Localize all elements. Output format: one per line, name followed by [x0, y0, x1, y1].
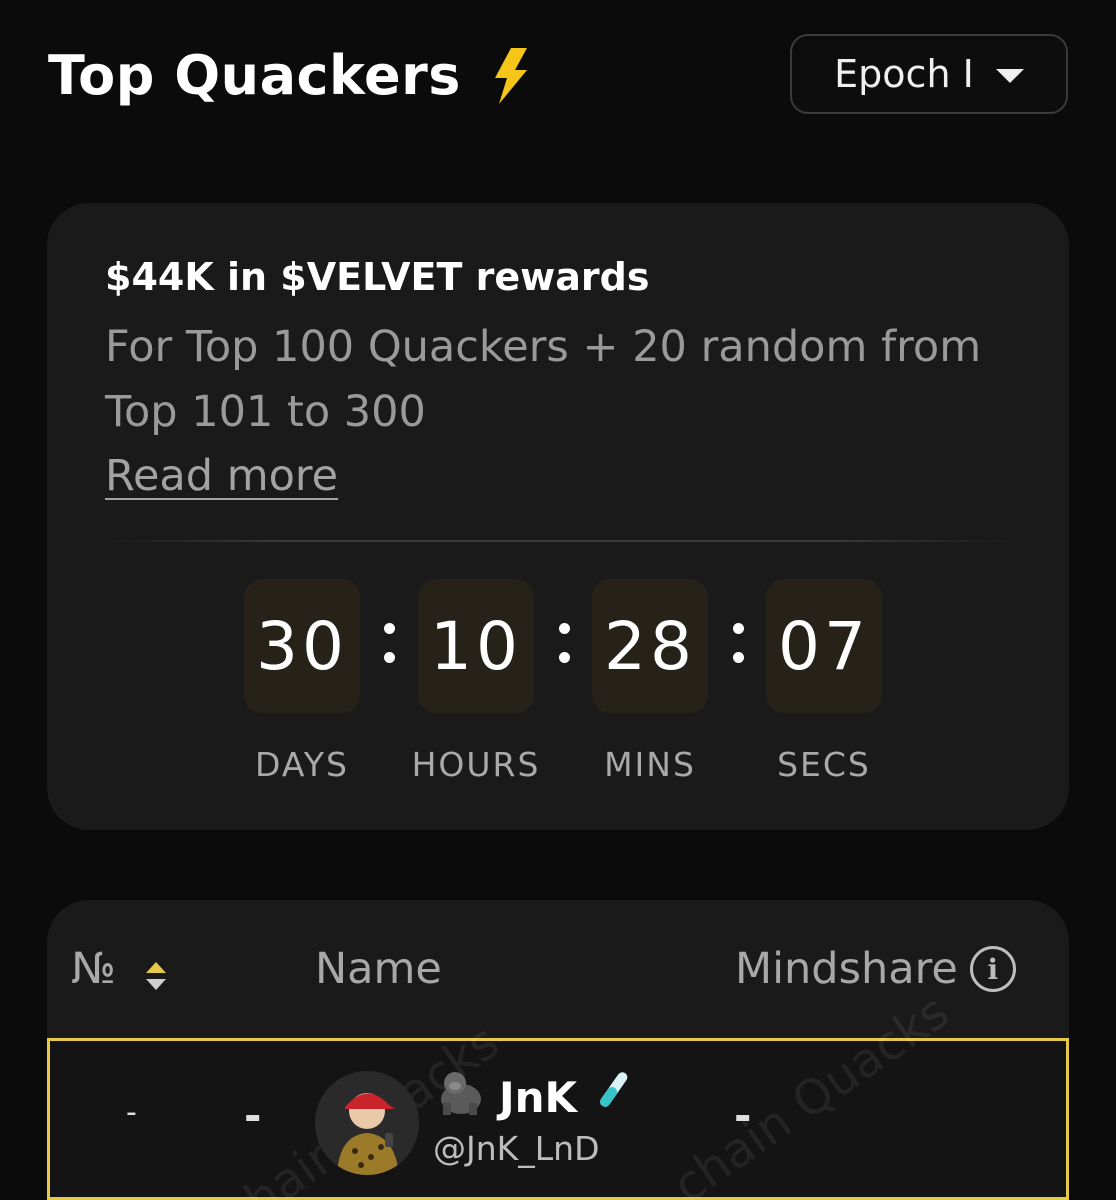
countdown-mins-label: MINS: [604, 745, 696, 784]
sort-icon[interactable]: [144, 953, 168, 990]
header: Top Quackers Epoch I: [48, 34, 1068, 116]
row-rank-change: -: [244, 1091, 262, 1140]
leaderboard-table: № Name Mindshare i chain Quacks chain Qu…: [47, 900, 1069, 1200]
mindshare-column-header: Mindshare i: [735, 944, 1016, 994]
page-title: Top Quackers: [48, 44, 531, 107]
read-more-link[interactable]: Read more: [105, 451, 338, 501]
top-quackers-page: Top Quackers Epoch I $44K in $VELVET rew…: [0, 0, 1116, 1200]
reward-description: For Top 100 Quackers + 20 random from To…: [105, 322, 982, 437]
countdown-separator: [379, 603, 399, 683]
rank-header-label: №: [71, 944, 116, 994]
rank-column-header[interactable]: №: [71, 944, 168, 994]
countdown-timer: 30 10 28 07 DAYS HOURS MINS SECS: [47, 579, 1069, 799]
page-title-text: Top Quackers: [48, 44, 461, 107]
countdown-secs: 07: [766, 579, 882, 713]
chevron-down-icon: [995, 69, 1024, 83]
user-handle: @JnK_LnD: [433, 1129, 600, 1168]
user-name[interactable]: JnK: [435, 1069, 629, 1125]
countdown-separator: [728, 603, 748, 683]
divider: [105, 540, 1011, 542]
test-tube-icon: [589, 1069, 629, 1125]
lightning-bolt-icon: [491, 47, 531, 104]
reward-title: $44K in $VELVET rewards: [105, 255, 650, 299]
user-name-text: JnK: [499, 1072, 578, 1122]
avatar[interactable]: [315, 1071, 419, 1175]
epoch-select-value: Epoch I: [834, 52, 974, 96]
name-column-header: Name: [315, 944, 442, 994]
epoch-select[interactable]: Epoch I: [790, 34, 1068, 114]
row-rank: -: [126, 1095, 137, 1130]
countdown-days-label: DAYS: [255, 745, 349, 784]
gorilla-icon: [435, 1069, 487, 1125]
countdown-mins: 28: [592, 579, 708, 713]
countdown-hours-label: HOURS: [411, 745, 541, 784]
countdown-secs-label: SECS: [777, 745, 871, 784]
countdown-hours: 10: [418, 579, 534, 713]
table-row[interactable]: chain Quacks chain Quacks - - JnK @JnK_L…: [47, 984, 1069, 1200]
countdown-separator: [554, 603, 574, 683]
rewards-card: $44K in $VELVET rewards For Top 100 Quac…: [47, 203, 1069, 830]
row-mindshare: -: [734, 1091, 752, 1140]
countdown-days: 30: [244, 579, 360, 713]
info-icon[interactable]: i: [969, 946, 1016, 992]
watermark: chain Quacks: [663, 983, 960, 1200]
